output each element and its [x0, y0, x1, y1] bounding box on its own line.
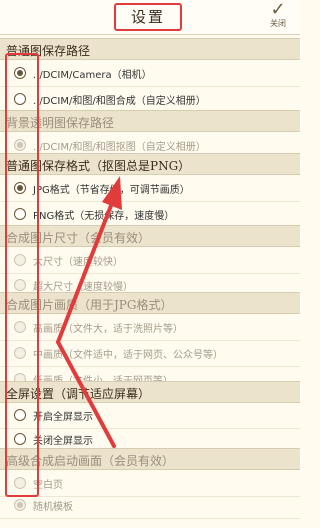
- annotation-arrow-icon: [56, 176, 122, 448]
